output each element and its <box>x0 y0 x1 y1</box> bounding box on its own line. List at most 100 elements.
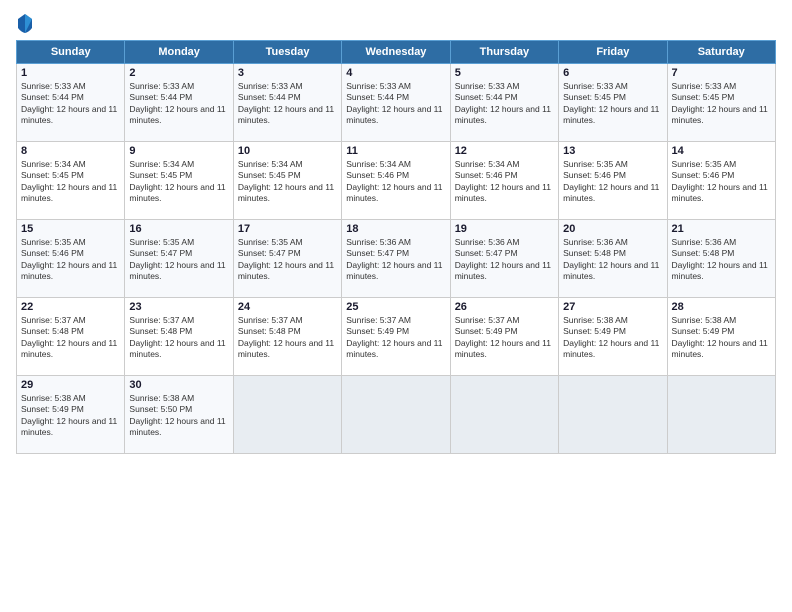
day-detail: Sunrise: 5:37 AMSunset: 5:49 PMDaylight:… <box>346 315 442 359</box>
logo <box>16 12 38 34</box>
day-cell: 9 Sunrise: 5:34 AMSunset: 5:45 PMDayligh… <box>125 142 233 220</box>
day-cell: 4 Sunrise: 5:33 AMSunset: 5:44 PMDayligh… <box>342 64 450 142</box>
day-cell: 2 Sunrise: 5:33 AMSunset: 5:44 PMDayligh… <box>125 64 233 142</box>
day-cell <box>233 376 341 454</box>
day-detail: Sunrise: 5:33 AMSunset: 5:44 PMDaylight:… <box>21 81 117 125</box>
day-number: 27 <box>563 301 662 313</box>
header-row <box>16 12 776 34</box>
calendar-table: SundayMondayTuesdayWednesdayThursdayFrid… <box>16 40 776 454</box>
day-cell: 16 Sunrise: 5:35 AMSunset: 5:47 PMDaylig… <box>125 220 233 298</box>
day-detail: Sunrise: 5:33 AMSunset: 5:44 PMDaylight:… <box>455 81 551 125</box>
day-cell: 10 Sunrise: 5:34 AMSunset: 5:45 PMDaylig… <box>233 142 341 220</box>
day-number: 18 <box>346 223 445 235</box>
col-header-sunday: Sunday <box>17 41 125 64</box>
day-cell: 25 Sunrise: 5:37 AMSunset: 5:49 PMDaylig… <box>342 298 450 376</box>
day-number: 1 <box>21 67 120 79</box>
day-number: 13 <box>563 145 662 157</box>
day-cell <box>342 376 450 454</box>
day-cell: 26 Sunrise: 5:37 AMSunset: 5:49 PMDaylig… <box>450 298 558 376</box>
day-detail: Sunrise: 5:34 AMSunset: 5:46 PMDaylight:… <box>455 159 551 203</box>
day-cell: 15 Sunrise: 5:35 AMSunset: 5:46 PMDaylig… <box>17 220 125 298</box>
day-cell: 21 Sunrise: 5:36 AMSunset: 5:48 PMDaylig… <box>667 220 775 298</box>
day-detail: Sunrise: 5:38 AMSunset: 5:49 PMDaylight:… <box>21 393 117 437</box>
day-number: 23 <box>129 301 228 313</box>
day-cell: 11 Sunrise: 5:34 AMSunset: 5:46 PMDaylig… <box>342 142 450 220</box>
day-cell: 13 Sunrise: 5:35 AMSunset: 5:46 PMDaylig… <box>559 142 667 220</box>
day-detail: Sunrise: 5:36 AMSunset: 5:47 PMDaylight:… <box>346 237 442 281</box>
day-number: 20 <box>563 223 662 235</box>
col-header-friday: Friday <box>559 41 667 64</box>
day-detail: Sunrise: 5:35 AMSunset: 5:46 PMDaylight:… <box>672 159 768 203</box>
week-row-5: 29 Sunrise: 5:38 AMSunset: 5:49 PMDaylig… <box>17 376 776 454</box>
day-number: 6 <box>563 67 662 79</box>
day-number: 30 <box>129 379 228 391</box>
day-detail: Sunrise: 5:38 AMSunset: 5:49 PMDaylight:… <box>672 315 768 359</box>
day-detail: Sunrise: 5:37 AMSunset: 5:48 PMDaylight:… <box>238 315 334 359</box>
day-detail: Sunrise: 5:33 AMSunset: 5:45 PMDaylight:… <box>672 81 768 125</box>
day-detail: Sunrise: 5:36 AMSunset: 5:48 PMDaylight:… <box>672 237 768 281</box>
day-number: 26 <box>455 301 554 313</box>
day-number: 22 <box>21 301 120 313</box>
day-detail: Sunrise: 5:33 AMSunset: 5:44 PMDaylight:… <box>129 81 225 125</box>
day-number: 10 <box>238 145 337 157</box>
day-detail: Sunrise: 5:33 AMSunset: 5:44 PMDaylight:… <box>346 81 442 125</box>
day-number: 15 <box>21 223 120 235</box>
day-detail: Sunrise: 5:37 AMSunset: 5:49 PMDaylight:… <box>455 315 551 359</box>
day-detail: Sunrise: 5:37 AMSunset: 5:48 PMDaylight:… <box>129 315 225 359</box>
day-number: 11 <box>346 145 445 157</box>
day-cell: 7 Sunrise: 5:33 AMSunset: 5:45 PMDayligh… <box>667 64 775 142</box>
day-cell: 17 Sunrise: 5:35 AMSunset: 5:47 PMDaylig… <box>233 220 341 298</box>
day-number: 21 <box>672 223 771 235</box>
day-cell: 23 Sunrise: 5:37 AMSunset: 5:48 PMDaylig… <box>125 298 233 376</box>
day-cell: 29 Sunrise: 5:38 AMSunset: 5:49 PMDaylig… <box>17 376 125 454</box>
col-header-tuesday: Tuesday <box>233 41 341 64</box>
day-detail: Sunrise: 5:33 AMSunset: 5:45 PMDaylight:… <box>563 81 659 125</box>
day-number: 3 <box>238 67 337 79</box>
day-cell: 20 Sunrise: 5:36 AMSunset: 5:48 PMDaylig… <box>559 220 667 298</box>
day-number: 19 <box>455 223 554 235</box>
day-number: 16 <box>129 223 228 235</box>
day-detail: Sunrise: 5:35 AMSunset: 5:47 PMDaylight:… <box>129 237 225 281</box>
day-cell: 14 Sunrise: 5:35 AMSunset: 5:46 PMDaylig… <box>667 142 775 220</box>
day-number: 7 <box>672 67 771 79</box>
day-detail: Sunrise: 5:35 AMSunset: 5:46 PMDaylight:… <box>21 237 117 281</box>
day-number: 9 <box>129 145 228 157</box>
week-row-2: 8 Sunrise: 5:34 AMSunset: 5:45 PMDayligh… <box>17 142 776 220</box>
day-detail: Sunrise: 5:34 AMSunset: 5:45 PMDaylight:… <box>129 159 225 203</box>
day-cell: 8 Sunrise: 5:34 AMSunset: 5:45 PMDayligh… <box>17 142 125 220</box>
day-cell: 3 Sunrise: 5:33 AMSunset: 5:44 PMDayligh… <box>233 64 341 142</box>
day-cell: 5 Sunrise: 5:33 AMSunset: 5:44 PMDayligh… <box>450 64 558 142</box>
day-detail: Sunrise: 5:38 AMSunset: 5:50 PMDaylight:… <box>129 393 225 437</box>
day-cell: 30 Sunrise: 5:38 AMSunset: 5:50 PMDaylig… <box>125 376 233 454</box>
day-detail: Sunrise: 5:37 AMSunset: 5:48 PMDaylight:… <box>21 315 117 359</box>
day-cell: 22 Sunrise: 5:37 AMSunset: 5:48 PMDaylig… <box>17 298 125 376</box>
day-number: 12 <box>455 145 554 157</box>
day-number: 28 <box>672 301 771 313</box>
header-row-days: SundayMondayTuesdayWednesdayThursdayFrid… <box>17 41 776 64</box>
day-number: 5 <box>455 67 554 79</box>
day-detail: Sunrise: 5:34 AMSunset: 5:46 PMDaylight:… <box>346 159 442 203</box>
day-cell <box>559 376 667 454</box>
day-number: 2 <box>129 67 228 79</box>
logo-icon <box>16 12 34 34</box>
col-header-monday: Monday <box>125 41 233 64</box>
day-detail: Sunrise: 5:36 AMSunset: 5:47 PMDaylight:… <box>455 237 551 281</box>
day-detail: Sunrise: 5:34 AMSunset: 5:45 PMDaylight:… <box>21 159 117 203</box>
day-cell: 1 Sunrise: 5:33 AMSunset: 5:44 PMDayligh… <box>17 64 125 142</box>
col-header-saturday: Saturday <box>667 41 775 64</box>
day-detail: Sunrise: 5:34 AMSunset: 5:45 PMDaylight:… <box>238 159 334 203</box>
col-header-wednesday: Wednesday <box>342 41 450 64</box>
day-detail: Sunrise: 5:33 AMSunset: 5:44 PMDaylight:… <box>238 81 334 125</box>
day-number: 29 <box>21 379 120 391</box>
day-detail: Sunrise: 5:36 AMSunset: 5:48 PMDaylight:… <box>563 237 659 281</box>
day-detail: Sunrise: 5:35 AMSunset: 5:47 PMDaylight:… <box>238 237 334 281</box>
col-header-thursday: Thursday <box>450 41 558 64</box>
day-cell: 6 Sunrise: 5:33 AMSunset: 5:45 PMDayligh… <box>559 64 667 142</box>
day-number: 25 <box>346 301 445 313</box>
week-row-4: 22 Sunrise: 5:37 AMSunset: 5:48 PMDaylig… <box>17 298 776 376</box>
day-number: 4 <box>346 67 445 79</box>
week-row-1: 1 Sunrise: 5:33 AMSunset: 5:44 PMDayligh… <box>17 64 776 142</box>
day-cell: 28 Sunrise: 5:38 AMSunset: 5:49 PMDaylig… <box>667 298 775 376</box>
day-number: 8 <box>21 145 120 157</box>
week-row-3: 15 Sunrise: 5:35 AMSunset: 5:46 PMDaylig… <box>17 220 776 298</box>
